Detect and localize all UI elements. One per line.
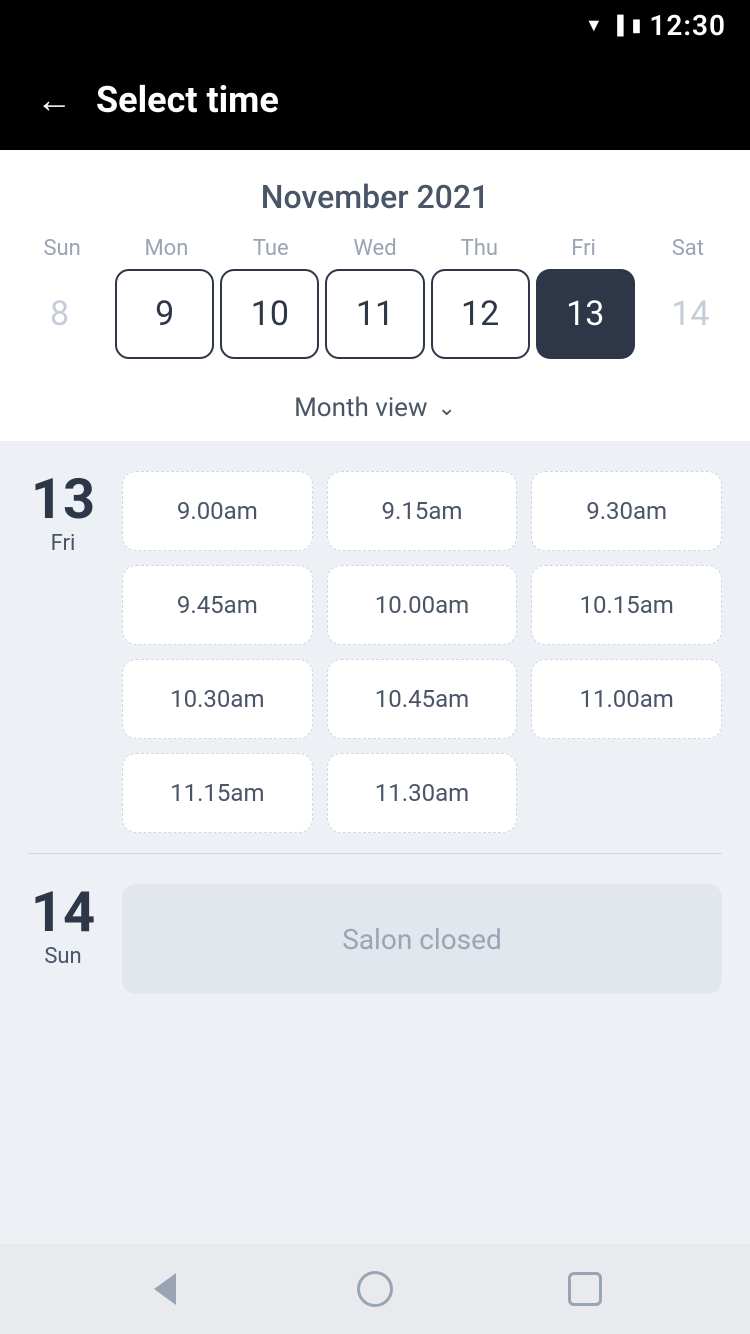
salon-closed-box: Salon closed xyxy=(122,884,722,994)
timeslots-area: 13 Fri 9.00am 9.15am 9.30am 9.45am 10.00… xyxy=(0,441,750,1244)
slot-1015am[interactable]: 10.15am xyxy=(531,565,722,645)
status-bar: ▼ ▐ ▮ 12:30 xyxy=(0,0,750,50)
battery-icon: ▮ xyxy=(631,15,641,36)
back-nav-icon xyxy=(154,1273,176,1305)
recents-nav-icon xyxy=(568,1272,602,1306)
date-cell-10[interactable]: 10 xyxy=(220,269,319,359)
day-13-section: 13 Fri 9.00am 9.15am 9.30am 9.45am 10.00… xyxy=(0,441,750,853)
day-header-fri: Fri xyxy=(531,236,635,261)
page-title: Select time xyxy=(96,79,279,121)
date-cell-9[interactable]: 9 xyxy=(115,269,214,359)
day-header-wed: Wed xyxy=(323,236,427,261)
signal-icon: ▐ xyxy=(611,15,624,36)
day-14-label: 14 Sun xyxy=(28,884,98,969)
date-cell-14[interactable]: 14 xyxy=(641,269,740,359)
day-headers: Sun Mon Tue Wed Thu Fri Sat xyxy=(0,236,750,261)
day-header-mon: Mon xyxy=(114,236,218,261)
nav-home-button[interactable] xyxy=(350,1264,400,1314)
date-cell-11[interactable]: 11 xyxy=(325,269,424,359)
home-nav-icon xyxy=(357,1271,393,1307)
header: ← Select time xyxy=(0,50,750,150)
day-13-name: Fri xyxy=(51,531,76,556)
day-header-thu: Thu xyxy=(427,236,531,261)
day-header-tue: Tue xyxy=(219,236,323,261)
slot-1130am[interactable]: 11.30am xyxy=(327,753,518,833)
slot-900am[interactable]: 9.00am xyxy=(122,471,313,551)
day-14-name: Sun xyxy=(44,944,81,969)
date-cell-12[interactable]: 12 xyxy=(431,269,530,359)
slot-945am[interactable]: 9.45am xyxy=(122,565,313,645)
day-header-sat: Sat xyxy=(636,236,740,261)
status-icons: ▼ ▐ ▮ 12:30 xyxy=(585,9,726,42)
salon-closed-text: Salon closed xyxy=(342,923,502,956)
day-13-label: 13 Fri xyxy=(28,471,98,556)
wifi-icon: ▼ xyxy=(585,15,603,36)
time-grid-13: 9.00am 9.15am 9.30am 9.45am 10.00am 10.1… xyxy=(122,471,722,833)
slot-1100am[interactable]: 11.00am xyxy=(531,659,722,739)
day-header-sun: Sun xyxy=(10,236,114,261)
status-time: 12:30 xyxy=(649,9,726,42)
calendar-section: November 2021 Sun Mon Tue Wed Thu Fri Sa… xyxy=(0,150,750,441)
slot-1030am[interactable]: 10.30am xyxy=(122,659,313,739)
nav-recents-button[interactable] xyxy=(560,1264,610,1314)
back-button[interactable]: ← xyxy=(36,79,72,121)
day-13-number: 13 xyxy=(31,471,95,527)
slot-930am[interactable]: 9.30am xyxy=(531,471,722,551)
slot-915am[interactable]: 9.15am xyxy=(327,471,518,551)
calendar-month-year: November 2021 xyxy=(0,178,750,216)
date-cell-13[interactable]: 13 xyxy=(536,269,635,359)
slot-1045am[interactable]: 10.45am xyxy=(327,659,518,739)
day-14-section: 14 Sun Salon closed xyxy=(0,854,750,1014)
slot-1115am[interactable]: 11.15am xyxy=(122,753,313,833)
chevron-down-icon: ⌄ xyxy=(437,396,455,421)
date-cell-8[interactable]: 8 xyxy=(10,269,109,359)
month-view-label: Month view xyxy=(294,393,427,423)
date-row: 8 9 10 11 12 13 14 xyxy=(0,269,750,379)
day-14-number: 14 xyxy=(31,884,95,940)
bottom-nav xyxy=(0,1244,750,1334)
nav-back-button[interactable] xyxy=(140,1264,190,1314)
slot-1000am[interactable]: 10.00am xyxy=(327,565,518,645)
month-view-toggle[interactable]: Month view ⌄ xyxy=(0,379,750,441)
